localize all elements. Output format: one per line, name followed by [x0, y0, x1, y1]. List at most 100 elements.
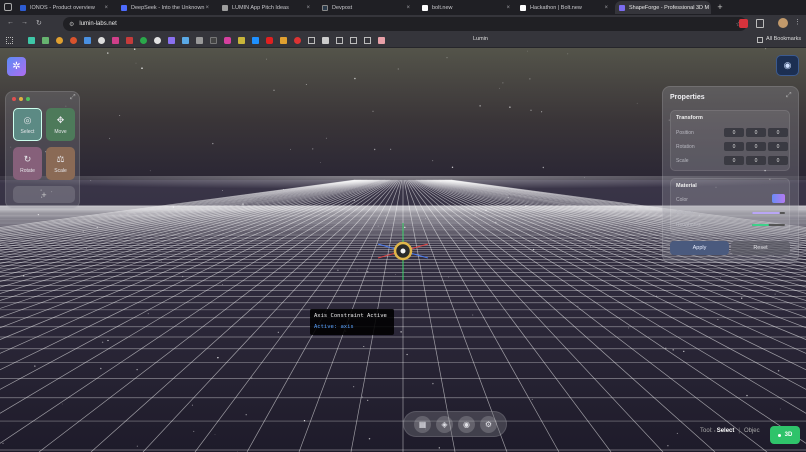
opacity-slider[interactable]	[752, 212, 785, 214]
folder-icon[interactable]	[308, 37, 315, 44]
minimize-dot-icon[interactable]	[19, 97, 23, 101]
tab-bolt[interactable]: bolt.new ×	[418, 1, 514, 14]
bookmark-icon[interactable]	[266, 37, 273, 44]
tab-ionos[interactable]: IONOS - Product overview ×	[16, 1, 112, 14]
bookmark-icon[interactable]	[238, 37, 245, 44]
folder-icon[interactable]	[364, 37, 371, 44]
close-tab-icon[interactable]: ×	[104, 5, 108, 11]
eye-view-icon[interactable]: ◉	[776, 55, 799, 76]
bookmark-icon[interactable]	[224, 37, 231, 44]
bookmark-icon[interactable]	[294, 37, 301, 44]
extension-icon[interactable]	[739, 19, 748, 28]
close-tab-icon[interactable]: ×	[306, 5, 310, 11]
viewport-3d[interactable]: ✲ ◉ ⤢ ◎ Select ✥ Move ↻ Rotate ⚖ Scale +…	[0, 48, 806, 452]
rotation-x-input[interactable]: 0	[724, 142, 744, 151]
gizmo-center-icon[interactable]	[400, 248, 406, 254]
scale-x-input[interactable]: 0	[724, 156, 744, 165]
opacity-slider-fill	[752, 212, 781, 214]
layers-icon[interactable]: ◈	[436, 416, 453, 433]
expand-icon[interactable]: ⤢	[70, 94, 76, 102]
objects-status-label: Objec	[743, 428, 760, 434]
eye-icon[interactable]: ◉	[458, 416, 475, 433]
extensions-puzzle-icon[interactable]	[756, 19, 764, 28]
scale-z-input[interactable]: 0	[768, 156, 788, 165]
bookmark-icon[interactable]	[168, 37, 175, 44]
position-y-input[interactable]: 0	[746, 128, 766, 137]
move-tool-button[interactable]: ✥ Move	[46, 108, 75, 141]
close-tab-icon[interactable]: ×	[205, 5, 209, 11]
position-x-input[interactable]: 0	[724, 128, 744, 137]
apply-button[interactable]: Apply	[670, 241, 729, 255]
mode-3d-badge[interactable]: 3D	[770, 426, 800, 444]
new-tab-icon[interactable]: +	[715, 2, 725, 12]
bookmark-icon[interactable]	[112, 37, 119, 44]
site-info-icon[interactable]: ⚙	[69, 21, 74, 28]
folder-icon[interactable]	[350, 37, 357, 44]
tab-search-icon[interactable]	[4, 3, 12, 11]
bookmark-icon[interactable]	[70, 37, 77, 44]
rotation-z-input[interactable]: 0	[768, 142, 788, 151]
scale-tool-button[interactable]: ⚖ Scale	[46, 147, 75, 180]
bookmark-icon[interactable]	[210, 37, 217, 44]
grid-icon[interactable]: ▦	[414, 416, 431, 433]
scale-y-input[interactable]: 0	[746, 156, 766, 165]
bookmark-icon[interactable]	[280, 37, 287, 44]
star	[147, 313, 149, 315]
bookmark-lumin[interactable]: Lumin	[473, 36, 488, 42]
close-tab-icon[interactable]: ×	[506, 5, 510, 11]
star	[136, 445, 138, 447]
bookmark-icon[interactable]	[28, 37, 35, 44]
properties-title: Properties	[670, 94, 705, 101]
bookmark-icon[interactable]	[154, 37, 161, 44]
color-swatch[interactable]	[772, 194, 785, 203]
apps-grid-icon[interactable]	[6, 37, 13, 44]
roughness-slider[interactable]	[752, 224, 785, 226]
star	[525, 205, 527, 207]
star	[37, 213, 40, 216]
bookmark-icon[interactable]	[42, 37, 49, 44]
profile-avatar[interactable]	[778, 18, 788, 28]
star	[141, 67, 143, 69]
bookmark-icon[interactable]	[378, 37, 385, 44]
add-tool-button[interactable]: +	[13, 186, 75, 203]
back-icon[interactable]: ←	[7, 19, 14, 26]
select-tool-button[interactable]: ◎ Select	[13, 108, 42, 141]
tab-devpost[interactable]: Devpost ×	[318, 1, 414, 14]
settings-gear-icon[interactable]: ⚙	[480, 416, 497, 433]
tab-shapeforge[interactable]: ShapeForge - Professional 3D M	[615, 1, 711, 14]
maximize-dot-icon[interactable]	[26, 97, 30, 101]
position-z-input[interactable]: 0	[768, 128, 788, 137]
bookmark-icon[interactable]	[140, 37, 147, 44]
bookmark-icon[interactable]	[196, 37, 203, 44]
browser-menu-icon[interactable]: ⋮	[794, 18, 801, 26]
bookmark-icon[interactable]	[126, 37, 133, 44]
star	[474, 213, 476, 215]
bookmark-icon[interactable]	[98, 37, 105, 44]
all-bookmarks-link[interactable]: All Bookmarks	[766, 36, 801, 42]
url-bar[interactable]: ⚙ lumin-labs.net ☆	[63, 17, 747, 31]
expand-icon[interactable]: ⤢	[786, 92, 792, 100]
bookmark-icon[interactable]	[84, 37, 91, 44]
mode-3d-label: 3D	[784, 432, 793, 438]
forward-icon[interactable]: →	[21, 19, 28, 26]
close-tab-icon[interactable]: ×	[406, 5, 410, 11]
rotation-y-input[interactable]: 0	[746, 142, 766, 151]
bookmark-icon[interactable]	[182, 37, 189, 44]
close-dot-icon[interactable]	[12, 97, 16, 101]
app-logo-icon[interactable]: ✲	[7, 57, 26, 76]
tab-deepseek[interactable]: DeepSeek - Into the Unknown ×	[117, 1, 213, 14]
star	[541, 111, 543, 113]
star	[774, 293, 776, 295]
rotate-tool-button[interactable]: ↻ Rotate	[13, 147, 42, 180]
tab-lumin-pitch[interactable]: LUMIN App Pitch Ideas ×	[218, 1, 314, 14]
reload-icon[interactable]: ↻	[36, 19, 42, 27]
bookmark-icon[interactable]	[56, 37, 63, 44]
star	[107, 339, 109, 342]
folder-icon[interactable]	[336, 37, 343, 44]
close-tab-icon[interactable]: ×	[604, 5, 608, 11]
reset-button[interactable]: Reset	[731, 241, 790, 255]
tab-hackathon[interactable]: Hackathon | Bolt.new ×	[516, 1, 612, 14]
star	[532, 248, 535, 251]
bookmark-icon[interactable]	[322, 37, 329, 44]
bookmark-icon[interactable]	[252, 37, 259, 44]
